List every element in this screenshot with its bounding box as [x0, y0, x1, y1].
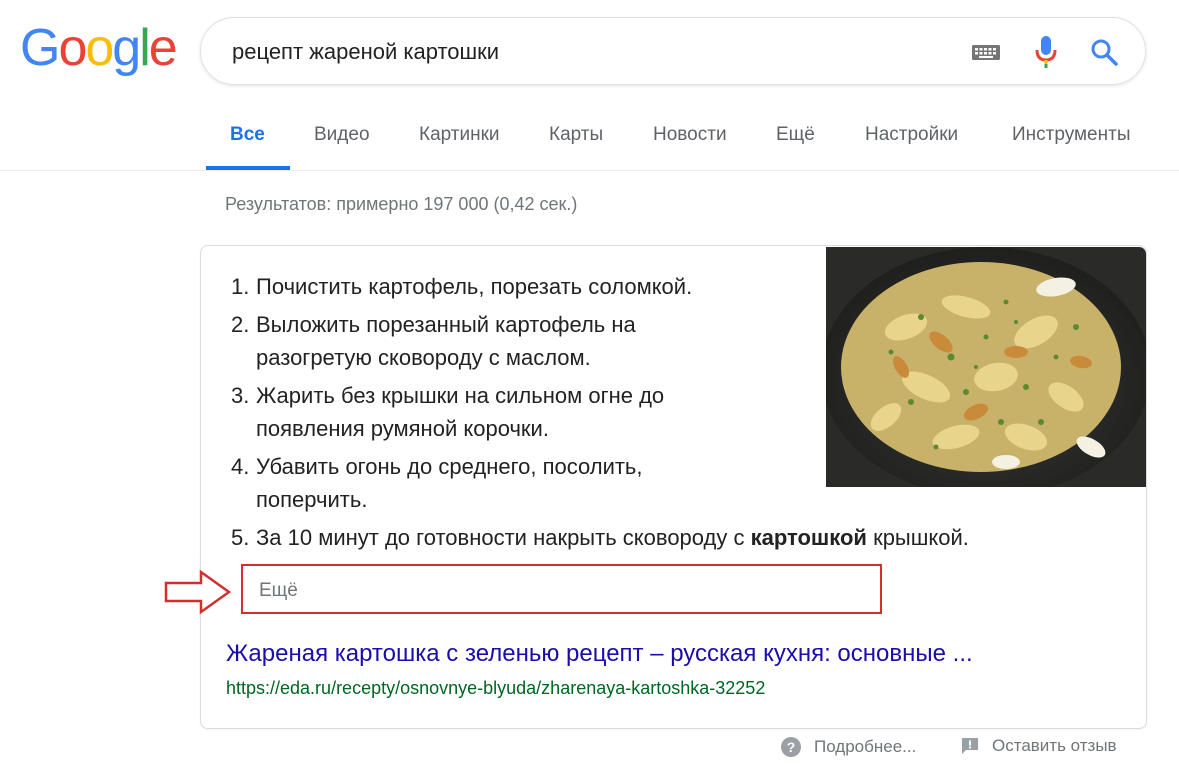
tab-video[interactable]: Видео: [314, 124, 370, 146]
step-number: 1.: [231, 274, 250, 299]
fried-potatoes-image[interactable]: [826, 247, 1146, 487]
tab-maps[interactable]: Карты: [549, 124, 603, 146]
more-highlight-box: Ещё: [241, 564, 882, 614]
tab-all[interactable]: Все: [230, 124, 265, 146]
tab-more[interactable]: Ещё: [776, 124, 815, 146]
logo-letter: l: [139, 19, 150, 77]
step-bold-keyword: картошкой: [750, 525, 867, 550]
step-number: 4.: [231, 454, 250, 479]
about-label: Подробнее...: [814, 737, 917, 756]
step-text: Жарить без крышки на сильном огне до поя…: [256, 383, 665, 441]
logo-letter: o: [85, 19, 114, 77]
annotation-arrow-icon: [163, 569, 233, 620]
search-box[interactable]: [200, 17, 1146, 85]
feedback-link[interactable]: Оставить отзыв: [960, 736, 1117, 756]
results-stats: Результатов: примерно 197 000 (0,42 сек.…: [225, 194, 578, 214]
feedback-label: Оставить отзыв: [992, 736, 1117, 755]
step-text: За 10 минут до готовности накрыть сковор…: [256, 525, 751, 550]
search-input[interactable]: [232, 34, 932, 70]
logo-letter: G: [20, 19, 60, 77]
tab-tools[interactable]: Инструменты: [1012, 124, 1130, 146]
step-number: 3.: [231, 383, 250, 408]
keyboard-icon[interactable]: [966, 32, 1006, 72]
header-divider: [0, 170, 1179, 171]
featured-snippet-card: 1. Почистить картофель, порезать соломкой…: [200, 245, 1147, 729]
step-text: Выложить порезанный картофель на разогре…: [256, 312, 636, 370]
help-icon: ?: [780, 736, 802, 758]
microphone-icon[interactable]: [1026, 32, 1066, 72]
search-icon[interactable]: [1084, 32, 1124, 72]
result-url[interactable]: https://eda.ru/recepty/osnovnye-blyuda/z…: [226, 678, 765, 699]
google-logo[interactable]: Google: [20, 19, 178, 77]
logo-letter: e: [148, 19, 178, 77]
recipe-step: 2. Выложить порезанный картофель на разог…: [231, 308, 726, 374]
tab-settings[interactable]: Настройки: [865, 124, 958, 146]
step-text: Убавить огонь до среднего, посолить, поп…: [256, 454, 643, 512]
about-snippet-link[interactable]: ? Подробнее...: [780, 736, 916, 758]
tab-images[interactable]: Картинки: [419, 124, 500, 146]
logo-letter: o: [58, 19, 87, 77]
svg-text:?: ?: [787, 739, 796, 755]
logo-letter: g: [112, 19, 141, 77]
step-text: Почистить картофель, порезать соломкой.: [256, 274, 693, 299]
recipe-step: 4. Убавить огонь до среднего, посолить, п…: [231, 450, 706, 516]
step-text: крышкой.: [866, 525, 969, 550]
tab-news[interactable]: Новости: [653, 124, 727, 146]
recipe-step: 5. За 10 минут до готовности накрыть сков…: [231, 521, 969, 554]
more-link[interactable]: Ещё: [259, 580, 298, 602]
result-title-link[interactable]: Жареная картошка с зеленью рецепт – русс…: [226, 640, 973, 668]
step-number: 5.: [231, 525, 250, 550]
recipe-step: 3. Жарить без крышки на сильном огне до п…: [231, 379, 726, 445]
step-number: 2.: [231, 312, 250, 337]
feedback-icon: [960, 736, 980, 756]
